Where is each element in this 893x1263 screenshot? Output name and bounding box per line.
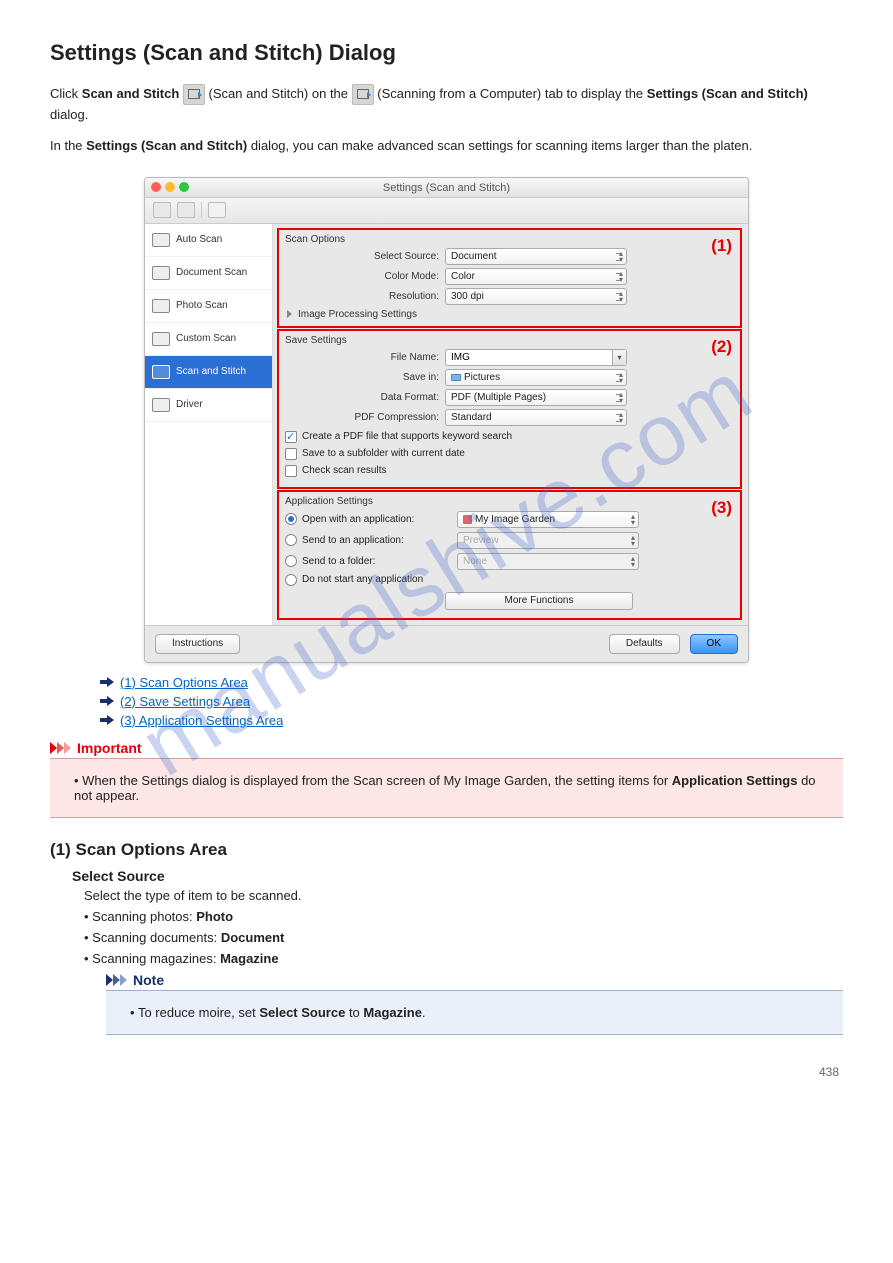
section-links: (1) Scan Options Area (2) Save Settings … xyxy=(100,675,843,728)
keyword-search-checkbox[interactable] xyxy=(285,431,297,443)
send-to-folder-dropdown: None xyxy=(457,553,639,570)
keyword-search-label: Create a PDF file that supports keyword … xyxy=(302,431,512,442)
select-source-term: Select Source xyxy=(72,868,843,884)
close-icon[interactable] xyxy=(151,182,161,192)
check-results-label: Check scan results xyxy=(302,465,386,476)
app-icon xyxy=(463,515,472,524)
minimize-icon[interactable] xyxy=(165,182,175,192)
ok-button[interactable]: OK xyxy=(690,634,738,654)
sidebar: Auto Scan Document Scan Photo Scan Custo… xyxy=(145,224,273,625)
select-source-magazine: • Scanning magazines: Magazine xyxy=(84,951,843,966)
note-body: • To reduce moire, set Select Source to … xyxy=(106,991,843,1035)
sidebar-item-auto-scan[interactable]: Auto Scan xyxy=(145,224,272,257)
callout-1: (1) xyxy=(711,236,732,256)
select-source-label: Select Source: xyxy=(285,251,445,262)
file-name-input[interactable]: ▾ xyxy=(445,349,627,366)
pdf-compression-dropdown[interactable]: Standard xyxy=(445,409,627,426)
disclosure-triangle-icon xyxy=(287,310,292,318)
select-source-desc: Select the type of item to be scanned. xyxy=(84,888,843,903)
scan-options-area-heading: (1) Scan Options Area xyxy=(50,840,843,860)
save-in-dropdown[interactable]: Pictures xyxy=(445,369,627,386)
chevron-icon xyxy=(106,974,127,986)
save-in-label: Save in: xyxy=(285,372,445,383)
save-settings-section: (2) Save Settings File Name: ▾ Save in: … xyxy=(277,329,742,489)
no-app-label: Do not start any application xyxy=(302,574,423,585)
intro-paragraph-2: In the Settings (Scan and Stitch) dialog… xyxy=(50,136,843,157)
check-results-checkbox[interactable] xyxy=(285,465,297,477)
scan-stitch-icon xyxy=(183,84,205,105)
callout-3: (3) xyxy=(711,498,732,518)
data-format-dropdown[interactable]: PDF (Multiple Pages) xyxy=(445,389,627,406)
send-to-folder-radio[interactable] xyxy=(285,555,297,567)
page-title: Settings (Scan and Stitch) Dialog xyxy=(50,40,843,66)
no-app-radio[interactable] xyxy=(285,574,297,586)
resolution-label: Resolution: xyxy=(285,291,445,302)
folder-icon xyxy=(451,374,461,381)
color-mode-label: Color Mode: xyxy=(285,271,445,282)
computer-tab-icon xyxy=(352,84,374,105)
important-note: Important • When the Settings dialog is … xyxy=(50,740,843,818)
chevron-icon xyxy=(50,742,71,754)
driver-icon xyxy=(152,398,170,412)
scan-options-heading: Scan Options xyxy=(285,234,734,245)
custom-scan-icon xyxy=(152,332,170,346)
sidebar-item-photo-scan[interactable]: Photo Scan xyxy=(145,290,272,323)
sidebar-item-driver[interactable]: Driver xyxy=(145,389,272,422)
data-format-label: Data Format: xyxy=(285,392,445,403)
tab-computer-icon[interactable] xyxy=(153,202,171,218)
tab-printer-icon[interactable] xyxy=(177,202,195,218)
note-box: Note • To reduce moire, set Select Sourc… xyxy=(106,972,843,1035)
save-settings-heading: Save Settings xyxy=(285,335,734,346)
instructions-button[interactable]: Instructions xyxy=(155,634,240,654)
select-source-dropdown[interactable]: Document xyxy=(445,248,627,265)
dialog-titlebar: Settings (Scan and Stitch) xyxy=(145,178,748,198)
open-with-app-label: Open with an application: xyxy=(302,514,457,525)
window-controls xyxy=(151,182,189,192)
photo-scan-icon xyxy=(152,299,170,313)
important-body: • When the Settings dialog is displayed … xyxy=(50,759,843,818)
link-scan-options[interactable]: (1) Scan Options Area xyxy=(120,675,248,690)
document-scan-icon xyxy=(152,266,170,280)
arrow-icon xyxy=(100,696,114,706)
application-settings-heading: Application Settings xyxy=(285,496,734,507)
send-to-app-radio[interactable] xyxy=(285,534,297,546)
subfolder-date-checkbox[interactable] xyxy=(285,448,297,460)
arrow-icon xyxy=(100,677,114,687)
dialog-toolbar xyxy=(145,198,748,224)
resolution-dropdown[interactable]: 300 dpi xyxy=(445,288,627,305)
sidebar-item-custom-scan[interactable]: Custom Scan xyxy=(145,323,272,356)
scan-and-stitch-icon xyxy=(152,365,170,379)
zoom-icon[interactable] xyxy=(179,182,189,192)
intro-paragraph: Click Scan and Stitch (Scan and Stitch) … xyxy=(50,84,843,126)
send-to-folder-label: Send to a folder: xyxy=(302,556,457,567)
open-with-app-radio[interactable] xyxy=(285,513,297,525)
application-settings-section: (3) Application Settings Open with an ap… xyxy=(277,490,742,620)
subfolder-date-label: Save to a subfolder with current date xyxy=(302,448,465,459)
open-with-app-dropdown[interactable]: My Image Garden xyxy=(457,511,639,528)
file-name-label: File Name: xyxy=(285,352,445,363)
more-functions-button[interactable]: More Functions xyxy=(445,592,633,610)
scan-options-section: (1) Scan Options Select Source: Document… xyxy=(277,228,742,328)
arrow-icon xyxy=(100,715,114,725)
sidebar-item-scan-and-stitch[interactable]: Scan and Stitch xyxy=(145,356,272,389)
link-application-settings[interactable]: (3) Application Settings Area xyxy=(120,713,283,728)
select-source-photo: • Scanning photos: Photo xyxy=(84,909,843,924)
send-to-app-label: Send to an application: xyxy=(302,535,457,546)
chevron-down-icon[interactable]: ▾ xyxy=(612,350,626,365)
image-processing-expander[interactable]: Image Processing Settings xyxy=(285,309,734,320)
callout-2: (2) xyxy=(711,337,732,357)
page-number: 438 xyxy=(50,1065,843,1079)
pdf-compression-label: PDF Compression: xyxy=(285,412,445,423)
link-save-settings[interactable]: (2) Save Settings Area xyxy=(120,694,250,709)
color-mode-dropdown[interactable]: Color xyxy=(445,268,627,285)
dialog-title: Settings (Scan and Stitch) xyxy=(383,182,510,194)
select-source-document: • Scanning documents: Document xyxy=(84,930,843,945)
auto-scan-icon xyxy=(152,233,170,247)
send-to-app-dropdown: Preview xyxy=(457,532,639,549)
tab-settings-icon[interactable] xyxy=(208,202,226,218)
defaults-button[interactable]: Defaults xyxy=(609,634,680,654)
settings-dialog-screenshot: Settings (Scan and Stitch) Auto Scan Doc… xyxy=(144,177,749,663)
sidebar-item-document-scan[interactable]: Document Scan xyxy=(145,257,272,290)
